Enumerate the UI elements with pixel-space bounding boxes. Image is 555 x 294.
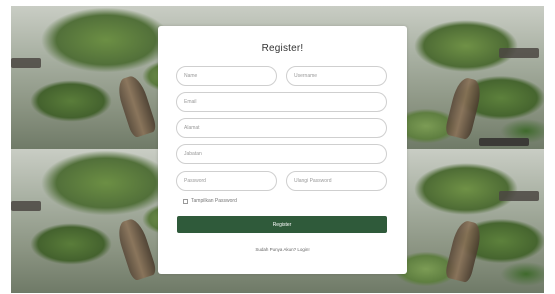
building-roof [499, 191, 539, 201]
building-roof [499, 48, 539, 58]
jabatan-input[interactable] [176, 144, 387, 164]
page: Register! Tampilkan Password Register Su… [0, 0, 555, 294]
building-roof [11, 58, 41, 68]
name-input[interactable] [176, 66, 277, 86]
show-password-label: Tampilkan Password [191, 198, 237, 204]
email-input[interactable] [176, 92, 387, 112]
register-button[interactable]: Register [177, 216, 387, 233]
register-card: Register! Tampilkan Password Register Su… [158, 26, 407, 274]
username-input[interactable] [286, 66, 387, 86]
show-password-toggle[interactable]: Tampilkan Password [183, 197, 237, 205]
bonsai-pot [479, 138, 529, 146]
show-password-checkbox[interactable] [183, 198, 188, 204]
tree-trunk [114, 216, 158, 282]
login-link[interactable]: Sudah Punya Akun? Login! [158, 247, 407, 252]
password-input[interactable] [176, 171, 277, 191]
building-roof [11, 201, 41, 211]
tree-trunk [114, 73, 158, 139]
alamat-input[interactable] [176, 118, 387, 138]
ulangi-password-input[interactable] [286, 171, 387, 191]
tree-trunk [444, 75, 484, 141]
tree-trunk [444, 218, 484, 284]
form-title: Register! [261, 43, 304, 54]
